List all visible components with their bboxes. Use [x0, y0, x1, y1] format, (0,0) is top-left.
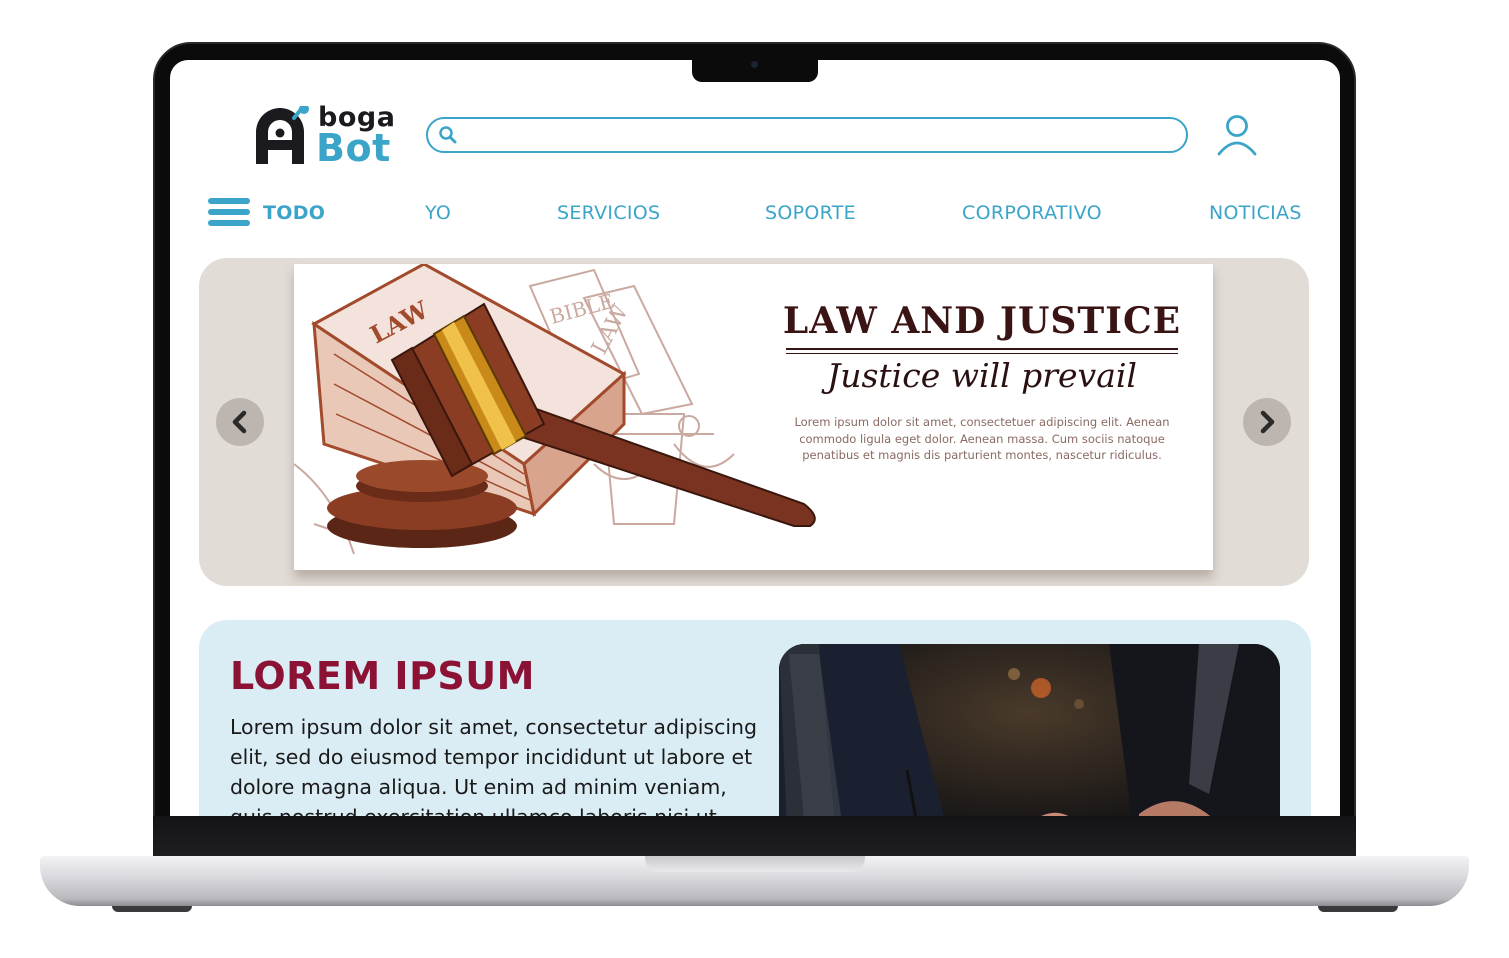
nav-item-servicios[interactable]: SERVICIOS — [557, 202, 660, 224]
banner-divider-thin — [786, 353, 1178, 354]
search-icon[interactable] — [438, 125, 458, 145]
chevron-right-icon — [1260, 410, 1275, 434]
laptop-hinge — [153, 816, 1356, 856]
logo-mark-icon — [256, 106, 309, 164]
nav-item-soporte[interactable]: SOPORTE — [765, 202, 856, 224]
photo-illustration — [779, 644, 1280, 816]
banner-divider — [786, 348, 1178, 350]
user-icon[interactable] — [1216, 114, 1258, 156]
logo-text-bottom: Bot — [316, 126, 391, 170]
search-input[interactable] — [464, 123, 1164, 147]
laptop-opening-notch — [645, 856, 865, 872]
feature-title: LOREM IPSUM — [230, 654, 535, 698]
banner-title: LAW AND JUSTICE — [782, 300, 1182, 342]
laptop-foot-left — [112, 906, 192, 912]
banner-body-text: Lorem ipsum dolor sit amet, consectetuer… — [794, 415, 1170, 462]
nav-item-noticias[interactable]: NOTICIAS — [1209, 202, 1302, 224]
feature-body-text: Lorem ipsum dolor sit amet, consectetur … — [230, 715, 758, 816]
search-bar[interactable] — [426, 117, 1188, 153]
carousel-prev-button[interactable] — [216, 398, 264, 446]
abogabot-logo[interactable]: boga Bot — [254, 88, 396, 170]
carousel-next-button[interactable] — [1243, 398, 1291, 446]
hero-carousel: BIBLE LAW LAW LAW AND JUSTICE Justice wi… — [199, 258, 1309, 586]
nav-item-todo[interactable]: TODO — [263, 202, 325, 224]
feature-card: LOREM IPSUM Lorem ipsum dolor sit amet, … — [199, 620, 1311, 816]
gavel-and-books-illustration: BIBLE LAW LAW — [294, 264, 816, 555]
laptop-screen: boga Bot TODO YO SERVICIOS SOPORTE CORPO… — [170, 60, 1340, 816]
chevron-left-icon — [232, 410, 247, 434]
camera-icon — [751, 61, 758, 68]
business-meeting-photo — [779, 644, 1280, 816]
carousel-slide[interactable]: BIBLE LAW LAW LAW AND JUSTICE Justice wi… — [294, 264, 1213, 570]
hamburger-menu-icon[interactable] — [208, 197, 250, 227]
nav-item-corporativo[interactable]: CORPORATIVO — [962, 202, 1102, 224]
nav-item-yo[interactable]: YO — [425, 202, 451, 224]
laptop-foot-right — [1318, 906, 1398, 912]
banner-subtitle: Justice will prevail — [827, 356, 1137, 395]
